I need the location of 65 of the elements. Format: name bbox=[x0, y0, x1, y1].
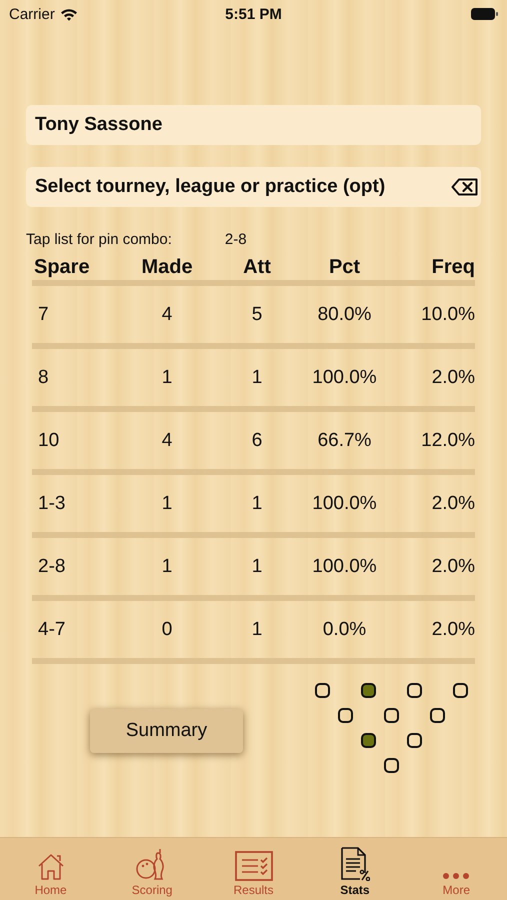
column-header: Pct bbox=[328, 256, 362, 278]
pin-marker[interactable] bbox=[384, 758, 398, 773]
spare-row[interactable]: 7 4 5 80.0% 10.0% bbox=[32, 286, 475, 343]
pin-marker[interactable] bbox=[314, 683, 330, 698]
spare-row[interactable]: 4-7 0 1 0.0% 2.0% bbox=[32, 601, 475, 658]
table-cell-text: 8 bbox=[38, 366, 50, 388]
column-header: Freq bbox=[430, 256, 475, 278]
table-cell-text: 1-3 bbox=[38, 492, 66, 514]
table-cell-text: 10 bbox=[38, 430, 60, 452]
spare-row[interactable]: 8 1 1 100.0% 2.0% bbox=[32, 349, 475, 406]
bowler-name-field[interactable]: Tony Sassone bbox=[26, 105, 481, 145]
table-cell-text: 2.0% bbox=[430, 556, 475, 578]
house-icon bbox=[36, 853, 66, 881]
time-label: 5:51 PM bbox=[225, 6, 282, 22]
column-header: Made bbox=[140, 256, 194, 278]
tab-item[interactable]: Stats bbox=[304, 838, 406, 900]
table-cell-text: 80.0% bbox=[316, 304, 372, 326]
spare-row[interactable]: 2-8 1 1 100.0% 2.0% bbox=[32, 538, 475, 595]
table-cell-text: 1 bbox=[250, 556, 264, 578]
combo-label: Tap list for pin combo: bbox=[26, 230, 172, 248]
clear-icon[interactable] bbox=[451, 178, 479, 196]
table-cell-text: 2-8 bbox=[38, 556, 66, 578]
combo-value: 2-8 bbox=[224, 230, 247, 248]
table-cell-text: 7 bbox=[38, 304, 50, 326]
table-cell-text: 100.0% bbox=[311, 366, 378, 388]
table-cell-text: 100.0% bbox=[311, 492, 378, 514]
table-cell-text: 6 bbox=[250, 430, 264, 452]
pin-marker[interactable] bbox=[406, 733, 422, 748]
table-cell-text: 1 bbox=[250, 492, 264, 514]
percent-document-icon bbox=[340, 847, 370, 881]
column-header: Att bbox=[242, 256, 272, 278]
pin-marker[interactable] bbox=[384, 708, 398, 723]
wifi-icon bbox=[60, 8, 78, 20]
pin-marker[interactable] bbox=[360, 683, 376, 698]
spare-row[interactable]: 1-3 1 1 100.0% 2.0% bbox=[32, 475, 475, 532]
pin-marker[interactable] bbox=[430, 708, 444, 723]
column-header: Spare bbox=[34, 256, 91, 278]
table-cell-text: 4 bbox=[160, 304, 174, 326]
more-icon bbox=[441, 871, 472, 881]
summary-button[interactable]: Summary bbox=[90, 709, 243, 753]
table-cell-text: 2.0% bbox=[430, 366, 475, 388]
table-cell-text: 1 bbox=[250, 366, 264, 388]
table-cell-text: 66.7% bbox=[316, 430, 372, 452]
table-cell-text: 2.0% bbox=[430, 618, 475, 640]
pin-marker[interactable] bbox=[338, 708, 352, 723]
spare-row[interactable]: 10 4 6 66.7% 12.0% bbox=[32, 412, 475, 469]
table-cell-text: 12.0% bbox=[420, 430, 475, 452]
checklist-icon bbox=[234, 851, 273, 881]
table-cell-text: 4 bbox=[160, 430, 174, 452]
pin-marker[interactable] bbox=[406, 683, 422, 698]
table-cell-text: 1 bbox=[160, 366, 174, 388]
table-cell-text: 10.0% bbox=[420, 304, 475, 326]
table-cell-text: 5 bbox=[250, 304, 264, 326]
pin-marker[interactable] bbox=[360, 733, 376, 748]
table-cell-text: 1 bbox=[160, 492, 174, 514]
carrier-label: Carrier bbox=[9, 6, 55, 22]
pin-marker[interactable] bbox=[452, 683, 468, 698]
table-cell-text: 100.0% bbox=[311, 556, 378, 578]
table-cell-text: 2.0% bbox=[430, 492, 475, 514]
table-cell-text: 1 bbox=[250, 618, 264, 640]
table-cell-text: 1 bbox=[160, 556, 174, 578]
table-cell-text: 0.0% bbox=[322, 618, 368, 640]
battery-icon bbox=[471, 8, 498, 20]
table-cell-text: 0 bbox=[160, 618, 174, 640]
table-cell-text: 4-7 bbox=[38, 618, 66, 640]
